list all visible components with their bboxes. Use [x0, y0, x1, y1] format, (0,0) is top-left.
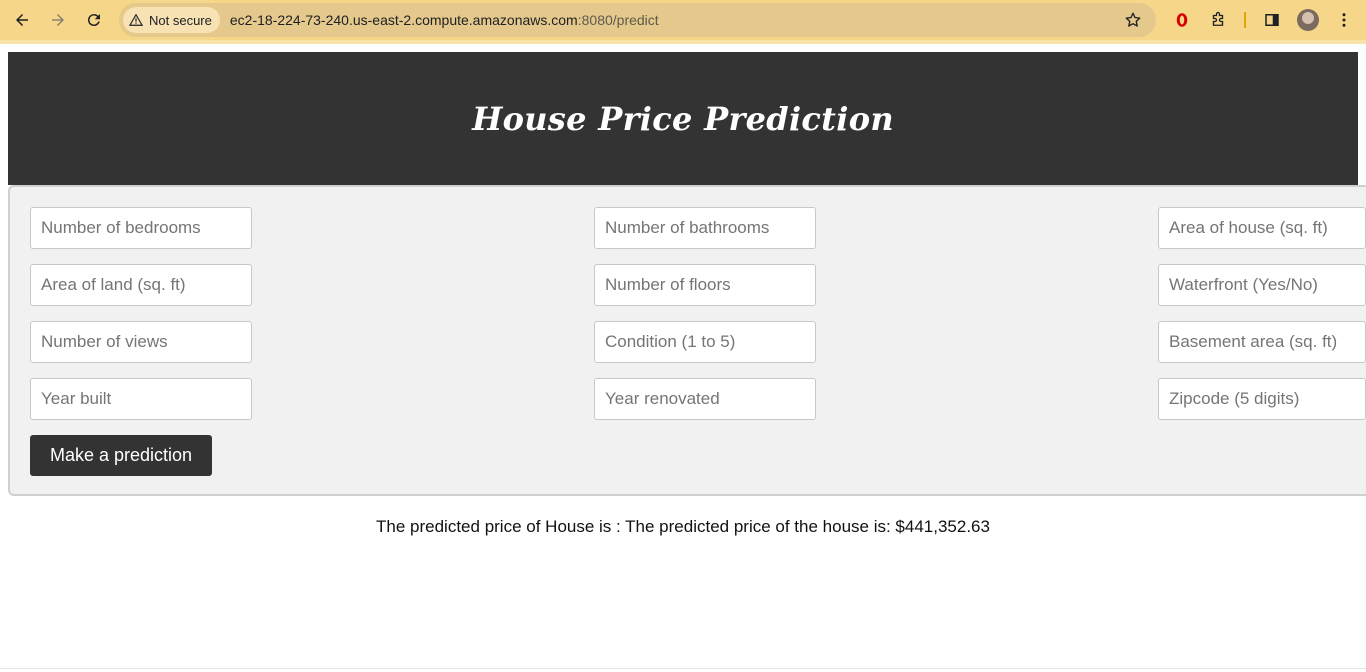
avatar — [1297, 9, 1319, 31]
security-label: Not secure — [149, 12, 212, 28]
toolbar-divider — [1244, 12, 1246, 28]
warning-icon — [129, 13, 143, 26]
waterfront-input[interactable] — [1158, 264, 1366, 306]
land-area-input[interactable] — [30, 264, 252, 306]
basement-area-input[interactable] — [1158, 321, 1366, 363]
year-built-input[interactable] — [30, 378, 252, 420]
url-path: :8080/predict — [577, 12, 659, 28]
reload-button[interactable] — [76, 0, 112, 40]
bedrooms-input[interactable] — [30, 207, 252, 249]
side-panel-button[interactable] — [1256, 0, 1288, 40]
page-title: House Price Prediction — [472, 99, 894, 138]
floors-input[interactable] — [594, 264, 816, 306]
opera-icon — [1176, 13, 1188, 27]
security-chip[interactable]: Not secure — [123, 7, 220, 33]
arrow-right-icon — [52, 14, 64, 26]
page-header: House Price Prediction — [8, 52, 1358, 185]
year-renovated-input[interactable] — [594, 378, 816, 420]
views-input[interactable] — [30, 321, 252, 363]
url-host: ec2-18-224-73-240.us-east-2.compute.amaz… — [229, 12, 578, 28]
address-bar[interactable]: Not secure ec2-18-224-73-240.us-east-2.c… — [119, 3, 1156, 37]
puzzle-icon — [1212, 11, 1224, 26]
reload-icon — [87, 14, 100, 27]
arrow-left-icon — [16, 14, 28, 26]
menu-button[interactable] — [1328, 0, 1360, 40]
bathrooms-input[interactable] — [594, 207, 816, 249]
condition-input[interactable] — [594, 321, 816, 363]
page-bottom-divider — [0, 668, 1366, 669]
bookmark-button[interactable] — [1124, 11, 1142, 34]
kebab-menu-icon — [1342, 13, 1346, 27]
extensions-button[interactable] — [1202, 0, 1234, 40]
forward-button[interactable] — [40, 0, 76, 40]
url-text[interactable]: ec2-18-224-73-240.us-east-2.compute.amaz… — [230, 12, 659, 28]
zipcode-input[interactable] — [1158, 378, 1366, 420]
back-button[interactable] — [4, 0, 40, 40]
prediction-result: The predicted price of House is : The pr… — [376, 517, 990, 536]
browser-toolbar: Not secure ec2-18-224-73-240.us-east-2.c… — [0, 0, 1366, 40]
make-prediction-button[interactable]: Make a prediction — [30, 435, 212, 476]
star-icon — [1125, 12, 1141, 27]
house-area-input[interactable] — [1158, 207, 1366, 249]
extension-opera-button[interactable] — [1166, 0, 1198, 40]
profile-button[interactable] — [1292, 0, 1324, 40]
side-panel-icon — [1265, 14, 1279, 26]
toolbar-bottom-strip — [0, 40, 1366, 44]
